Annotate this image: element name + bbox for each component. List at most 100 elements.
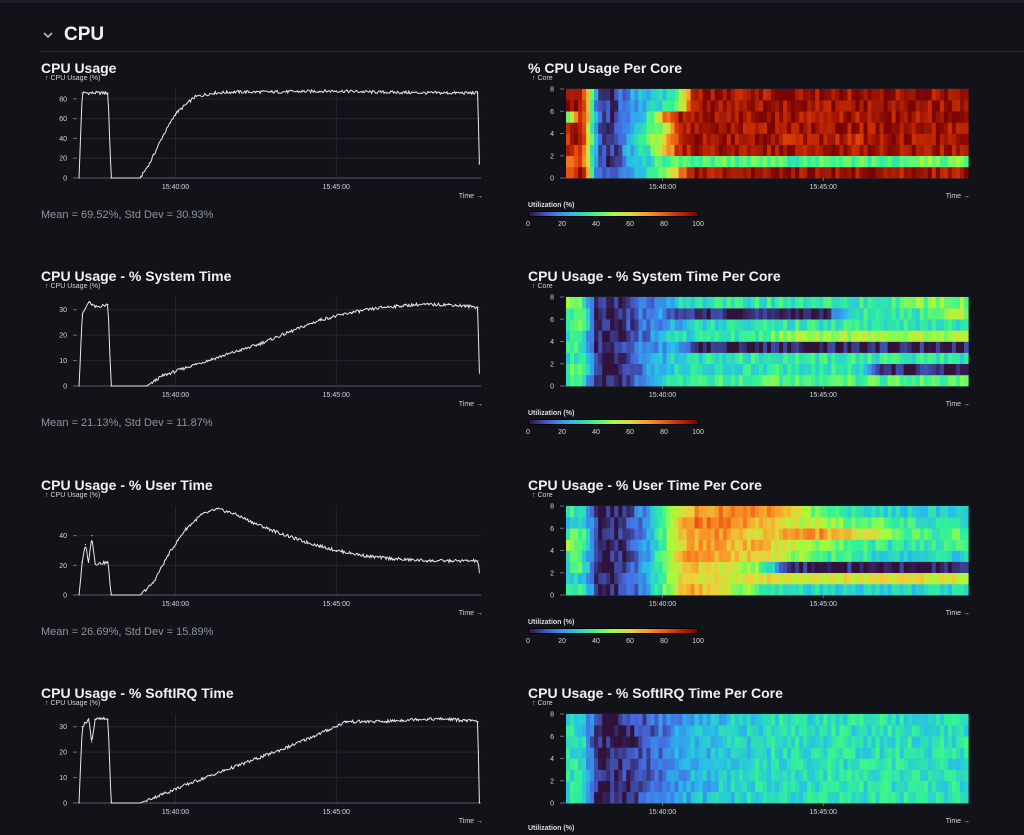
- panel-title: CPU Usage - % System Time Per Core: [528, 268, 781, 284]
- heatmap-cell: [947, 517, 953, 529]
- heatmap-cell: [638, 572, 643, 585]
- data-point: [78, 177, 80, 179]
- x-axis-unit-label: Time →: [946, 193, 970, 200]
- heatmap-cell: [903, 725, 909, 737]
- heatmap-cell: [783, 308, 788, 320]
- heatmap-cell: [907, 374, 913, 387]
- heatmap-cell: [618, 133, 623, 145]
- heatmap-cell: [871, 155, 877, 168]
- heatmap-cell: [574, 528, 579, 540]
- heatmap-cell: [594, 144, 599, 156]
- heatmap-cell: [670, 89, 676, 101]
- heatmap-cell: [815, 572, 820, 585]
- data-point: [232, 91, 234, 93]
- heatmap-cell: [871, 144, 877, 156]
- heatmap-cell: [859, 550, 865, 562]
- heatmap-cell: [666, 352, 672, 364]
- heatmap-cell: [907, 330, 913, 342]
- heatmap-cell: [626, 308, 631, 320]
- heatmap-cell: [839, 133, 844, 145]
- heatmap-cell: [815, 791, 820, 804]
- heatmap-cell: [895, 330, 901, 342]
- heatmap-cell: [943, 725, 949, 737]
- heatmap-cell: [570, 319, 575, 331]
- heatmap-cell: [847, 769, 852, 781]
- heatmap-cell: [582, 100, 587, 112]
- heatmap-cell: [686, 133, 692, 145]
- heatmap-cell: [606, 363, 611, 376]
- heatmap-cell: [654, 725, 659, 737]
- data-point: [78, 594, 80, 596]
- data-point: [478, 372, 480, 374]
- heatmap-cell: [614, 517, 619, 529]
- heatmap-cell: [622, 363, 627, 376]
- heatmap-cell: [787, 517, 792, 529]
- heatmap-cell: [863, 100, 869, 112]
- heatmap-cell: [626, 758, 631, 770]
- heatmap-cell: [759, 363, 764, 376]
- heatmap-cell: [903, 517, 909, 529]
- heatmap-cell: [887, 769, 893, 781]
- heatmap-cell: [742, 155, 748, 168]
- heatmap-cell: [602, 736, 607, 748]
- heatmap-cell: [775, 100, 780, 112]
- heatmap-cell: [943, 517, 949, 529]
- heatmap-cell: [811, 758, 816, 770]
- chevron-down-icon[interactable]: [40, 27, 56, 43]
- heatmap-cell: [574, 308, 579, 320]
- heatmap-cell: [646, 341, 651, 353]
- heatmap-cell: [570, 155, 575, 168]
- heatmap-cell: [915, 769, 921, 781]
- heatmap-cell: [923, 714, 929, 726]
- heatmap-cell: [726, 528, 732, 540]
- heatmap-cell: [839, 550, 844, 562]
- heatmap-cell: [726, 572, 732, 585]
- heatmap-cell: [706, 352, 712, 364]
- heatmap-cell: [610, 308, 615, 320]
- heatmap-cell: [726, 747, 732, 759]
- data-point: [78, 385, 80, 387]
- data-point: [145, 385, 148, 387]
- heatmap-cell: [923, 769, 929, 781]
- heatmap-cell: [746, 144, 752, 156]
- colorbar-tick-label: 40: [592, 638, 600, 645]
- heatmap-cell: [964, 725, 969, 737]
- heatmap-cell: [791, 780, 796, 793]
- heatmap-cell: [947, 714, 953, 726]
- y-tick-label: 0: [550, 801, 554, 808]
- heatmap-cell: [867, 517, 873, 529]
- heatmap-cell: [911, 133, 917, 145]
- heatmap-cell: [919, 769, 925, 781]
- heatmap-cell: [919, 122, 925, 134]
- heatmap-cell: [654, 758, 659, 770]
- heatmap-cell: [614, 352, 619, 364]
- heatmap-cell: [630, 319, 635, 331]
- heatmap-cell: [618, 747, 623, 759]
- heatmap-cell: [831, 352, 836, 364]
- heatmap-cell: [951, 780, 957, 793]
- heatmap-cell: [787, 758, 792, 770]
- heatmap-cell: [807, 583, 812, 596]
- heatmap-cell: [847, 506, 852, 518]
- heatmap-cell: [702, 791, 708, 804]
- heatmap-cell: [734, 144, 740, 156]
- heatmap-cell: [710, 144, 716, 156]
- heatmap-cell: [566, 780, 571, 793]
- heatmap-cell: [927, 363, 933, 376]
- heatmap-cell: [630, 166, 635, 179]
- heatmap-cell: [670, 769, 676, 781]
- heatmap-cell: [787, 122, 792, 134]
- heatmap-cell: [566, 155, 571, 168]
- heatmap-cell: [935, 769, 941, 781]
- heatmap-cell: [646, 155, 651, 168]
- heatmap-cell: [839, 528, 844, 540]
- heatmap-cell: [867, 308, 873, 320]
- heatmap-cell: [843, 330, 848, 342]
- heatmap-cell: [626, 352, 631, 364]
- heatmap-cell: [622, 758, 627, 770]
- heatmap-cell: [682, 791, 688, 804]
- heatmap-cell: [578, 780, 583, 793]
- heatmap-cell: [867, 769, 873, 781]
- section-header-cpu[interactable]: CPU: [40, 22, 104, 48]
- heatmap-cell: [923, 725, 929, 737]
